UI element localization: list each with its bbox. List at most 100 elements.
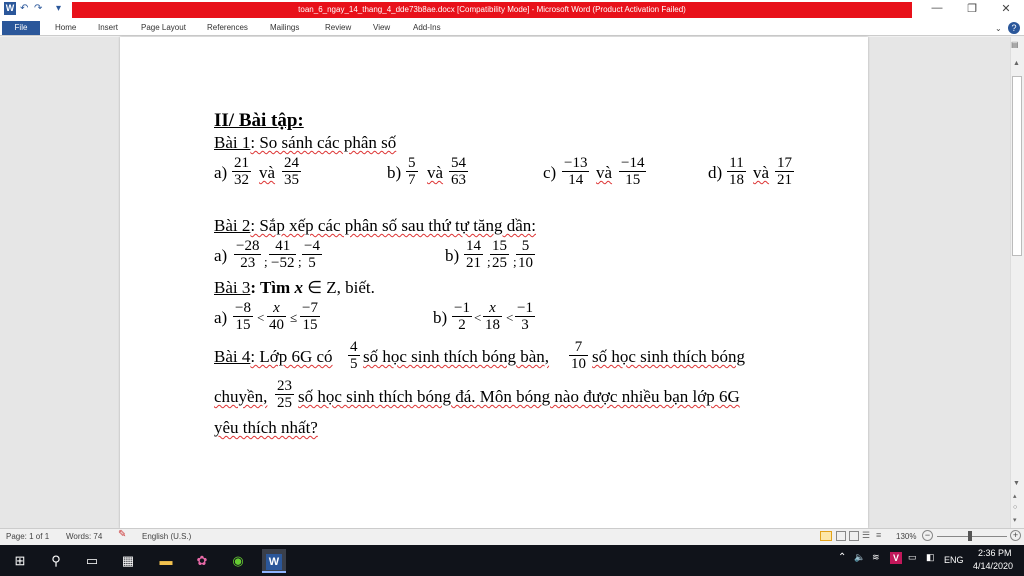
fraction: 54 63	[449, 155, 468, 188]
close-button[interactable]: ✕	[996, 2, 1016, 15]
next-page-icon[interactable]: ▾	[1013, 516, 1017, 524]
clock-date[interactable]: 4/14/2020	[973, 561, 1013, 571]
proofing-icon[interactable]: ✎	[118, 529, 126, 540]
bai4-text-4: chuyền,	[214, 387, 268, 406]
bai2-b-letter: b)	[445, 246, 460, 265]
print-layout-icon[interactable]	[820, 531, 832, 541]
and-word: và	[427, 163, 444, 182]
tab-page-layout[interactable]: Page Layout	[141, 21, 186, 35]
customize-quick-access-icon[interactable]: ▾	[56, 3, 61, 14]
fraction: 5 10	[516, 238, 535, 271]
fraction: 57	[406, 155, 418, 188]
bai1-label: Bài 1	[214, 133, 251, 152]
tab-view[interactable]: View	[373, 21, 390, 35]
bai2-label: Bài 2	[214, 216, 251, 235]
bai3-b-letter: b)	[433, 308, 448, 327]
fraction: −7 15	[300, 300, 320, 333]
tab-mailings[interactable]: Mailings	[270, 21, 299, 35]
bai2-title: Bài 2: Sắp xếp các phân số sau thứ tự tă…	[214, 217, 536, 235]
fraction: −1 2	[452, 300, 472, 333]
fraction: 17 21	[775, 155, 794, 188]
zoom-level[interactable]: 130%	[896, 532, 916, 541]
scrollbar-thumb[interactable]	[1012, 76, 1022, 256]
bai3-title: Bài 3: Tìm x ∈ Z, biết.	[214, 279, 375, 297]
fraction: −4 5	[302, 238, 322, 271]
fraction: −14 15	[619, 155, 647, 188]
scroll-down-icon[interactable]: ▼	[1013, 480, 1020, 487]
wifi-icon[interactable]: ≋	[872, 552, 880, 563]
search-icon[interactable]: ⚲	[44, 549, 68, 573]
minimize-button[interactable]: —	[927, 2, 947, 14]
previous-page-icon[interactable]: ▴	[1013, 492, 1017, 500]
ribbon-expand-icon[interactable]: ⌄	[995, 24, 1002, 33]
input-language[interactable]: ENG	[944, 555, 964, 565]
tray-app-icon[interactable]: V	[890, 552, 902, 564]
task-view-icon[interactable]: ▭	[80, 549, 104, 573]
and-word: và	[259, 163, 276, 182]
bai4-text-5: số học sinh thích bóng đá. Môn bóng nào …	[298, 387, 740, 406]
word-taskbar-icon[interactable]: W	[262, 549, 286, 573]
restore-button[interactable]: ❐	[962, 2, 982, 15]
tab-review[interactable]: Review	[325, 21, 351, 35]
bai4-text-3: số học sinh thích bóng	[592, 347, 745, 366]
bai3-a-letter: a)	[214, 308, 228, 327]
fraction: −8 15	[233, 300, 253, 333]
outline-view-icon[interactable]: ☰	[862, 530, 870, 541]
language-indicator[interactable]: English (U.S.)	[142, 532, 191, 541]
file-explorer-icon[interactable]: ▬	[154, 549, 178, 573]
draft-view-icon[interactable]: ≡	[876, 530, 881, 540]
bai2-text: : Sắp xếp các phân số sau thứ tự tăng dầ…	[250, 216, 536, 235]
tab-home[interactable]: Home	[55, 21, 76, 35]
start-icon[interactable]: ⊞	[8, 549, 32, 573]
tab-file[interactable]: File	[2, 21, 40, 35]
bai4-line1-start: Bài 4: Lớp 6G có	[214, 348, 333, 366]
fraction: 15 25	[490, 238, 509, 271]
bai1-a-letter: a)	[214, 163, 228, 182]
bai1-d-letter: d)	[708, 163, 723, 182]
bai4-text-2: số học sinh thích bóng bàn,	[363, 347, 550, 366]
word-icon[interactable]: W	[4, 2, 16, 15]
tab-insert[interactable]: Insert	[98, 21, 118, 35]
fraction: 14 21	[464, 238, 483, 271]
tab-add-ins[interactable]: Add-Ins	[413, 21, 441, 35]
store-icon[interactable]: ▦	[116, 549, 140, 573]
select-browse-object-icon[interactable]: ○	[1013, 504, 1017, 511]
and-word: và	[753, 163, 770, 182]
bai4-text-6: yêu thích nhất?	[214, 418, 318, 437]
notification-icon[interactable]: ◧	[926, 552, 935, 563]
ruler-toggle-icon[interactable]: ▤	[1011, 40, 1019, 49]
bai1-b-letter: b)	[387, 163, 402, 182]
web-layout-icon[interactable]	[849, 531, 859, 541]
redo-icon[interactable]: ↷	[34, 3, 42, 14]
clock-time[interactable]: 2:36 PM	[978, 548, 1012, 558]
fraction: −28 23	[234, 238, 262, 271]
zoom-out-button[interactable]: −	[922, 530, 933, 541]
show-hidden-icons[interactable]: ⌃	[838, 552, 846, 563]
tab-references[interactable]: References	[207, 21, 248, 35]
undo-icon[interactable]: ↶	[20, 3, 28, 14]
scroll-up-icon[interactable]: ▲	[1013, 60, 1020, 67]
battery-icon[interactable]: ▭	[908, 552, 917, 563]
fraction: 7 10	[569, 339, 588, 372]
operator: <	[506, 310, 514, 325]
app-icon[interactable]: ✿	[190, 549, 214, 573]
zoom-in-button[interactable]: +	[1010, 530, 1021, 541]
volume-icon[interactable]: 🔈	[854, 552, 865, 563]
browser-icon[interactable]: ◉	[226, 549, 250, 573]
bai4-label: Bài 4	[214, 347, 251, 366]
operator: <	[257, 310, 265, 325]
fraction: 11 18	[727, 155, 746, 188]
fraction: 24 35	[282, 155, 301, 188]
zoom-slider-track[interactable]	[937, 536, 1007, 537]
fraction: −1 3	[515, 300, 535, 333]
fraction: 21 32	[232, 155, 251, 188]
zoom-slider-handle[interactable]	[968, 531, 972, 541]
bai2-a-letter: a)	[214, 246, 228, 265]
page-count[interactable]: Page: 1 of 1	[6, 532, 49, 541]
help-icon[interactable]: ?	[1008, 22, 1020, 34]
fraction: x 40	[267, 300, 286, 333]
full-screen-reading-icon[interactable]	[836, 531, 846, 541]
word-count[interactable]: Words: 74	[66, 532, 102, 541]
fraction: 23 25	[275, 378, 294, 411]
bai3-label: Bài 3	[214, 278, 251, 297]
